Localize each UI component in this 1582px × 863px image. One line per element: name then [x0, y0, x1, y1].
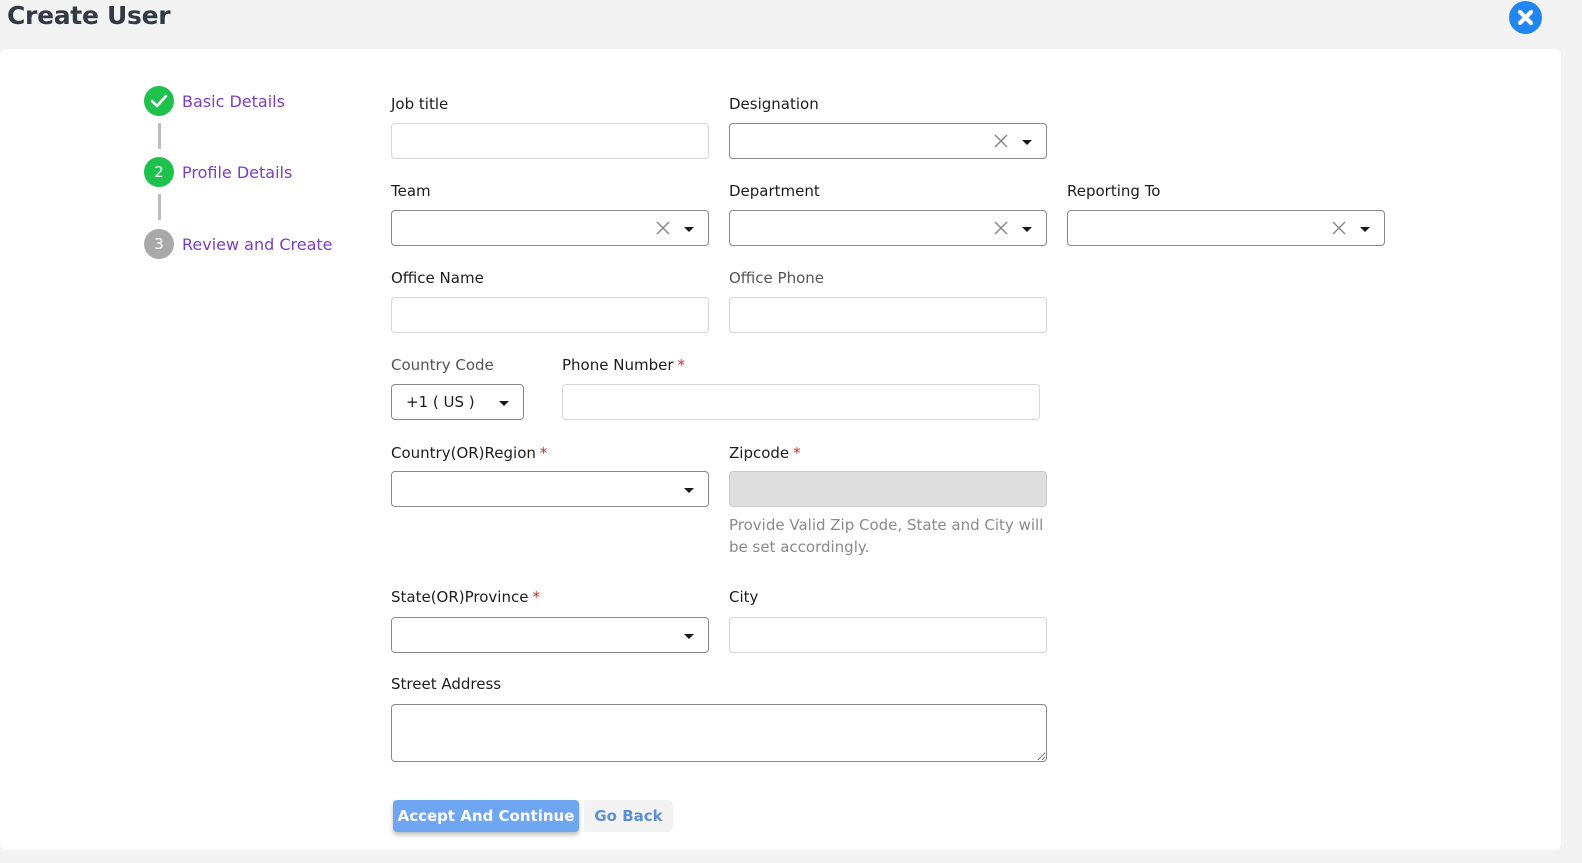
- street-address-label: Street Address: [391, 675, 502, 693]
- reporting-to-select[interactable]: [1067, 210, 1385, 246]
- office-name-label: Office Name: [391, 269, 484, 287]
- office-phone-field[interactable]: [729, 297, 1047, 333]
- city-label: City: [729, 588, 759, 606]
- office-phone-label: Office Phone: [729, 269, 825, 287]
- accept-and-continue-button[interactable]: Accept And Continue: [393, 800, 579, 832]
- caret-down-icon[interactable]: [684, 227, 694, 232]
- city-input[interactable]: [730, 618, 1046, 652]
- step-review-and-create[interactable]: 3 Review and Create: [144, 229, 333, 259]
- caret-down-icon[interactable]: [1022, 140, 1032, 145]
- clear-x-icon[interactable]: [994, 134, 1008, 148]
- step-completed-badge: [144, 86, 174, 116]
- zipcode-helper-text: Provide Valid Zip Code, State and City w…: [729, 516, 1044, 556]
- step-connector: [158, 194, 161, 220]
- check-icon: [150, 94, 168, 108]
- step-connector: [158, 123, 161, 149]
- state-province-label-text: State(OR)Province: [391, 588, 529, 606]
- caret-down-icon[interactable]: [684, 634, 694, 639]
- phone-number-label: Phone Number *: [562, 356, 685, 374]
- job-title-input[interactable]: [392, 124, 708, 158]
- country-region-label: Country(OR)Region *: [391, 444, 547, 462]
- job-title-label: Job title: [391, 95, 449, 113]
- zipcode-field[interactable]: [729, 471, 1047, 507]
- zipcode-label: Zipcode *: [729, 444, 801, 462]
- phone-number-label-text: Phone Number: [562, 356, 674, 374]
- step-label: Basic Details: [182, 91, 285, 111]
- required-marker: *: [677, 356, 686, 374]
- close-icon: [1517, 9, 1534, 26]
- job-title-field[interactable]: [391, 123, 709, 159]
- step-number-badge: 2: [144, 157, 174, 187]
- caret-down-icon[interactable]: [499, 401, 509, 406]
- step-basic-details[interactable]: Basic Details: [144, 86, 285, 116]
- caret-down-icon[interactable]: [684, 488, 694, 493]
- required-marker: *: [793, 444, 801, 462]
- required-marker: *: [539, 444, 548, 462]
- phone-number-field[interactable]: [562, 384, 1040, 420]
- country-region-select[interactable]: [391, 471, 709, 507]
- office-name-field[interactable]: [391, 297, 709, 333]
- go-back-button[interactable]: Go Back: [584, 800, 673, 832]
- state-province-select[interactable]: [391, 617, 709, 653]
- office-name-input[interactable]: [392, 298, 708, 332]
- zipcode-input[interactable]: [730, 472, 1046, 506]
- team-select[interactable]: [391, 210, 709, 246]
- caret-down-icon[interactable]: [1022, 227, 1032, 232]
- reporting-to-label: Reporting To: [1067, 182, 1161, 200]
- step-label: Review and Create: [182, 234, 333, 254]
- country-code-select[interactable]: +1 ( US ): [391, 384, 524, 420]
- office-phone-input[interactable]: [730, 298, 1046, 332]
- city-field[interactable]: [729, 617, 1047, 653]
- department-select[interactable]: [729, 210, 1047, 246]
- page-title: Create User: [7, 1, 171, 30]
- step-profile-details[interactable]: 2 Profile Details: [144, 157, 292, 187]
- clear-x-icon[interactable]: [994, 221, 1008, 235]
- zipcode-label-text: Zipcode: [729, 444, 790, 462]
- country-region-label-text: Country(OR)Region: [391, 444, 536, 462]
- country-code-label: Country Code: [391, 356, 494, 374]
- department-label: Department: [729, 182, 820, 200]
- phone-number-input[interactable]: [563, 385, 1039, 419]
- required-marker: *: [532, 588, 540, 606]
- team-label: Team: [391, 182, 431, 200]
- close-button[interactable]: [1509, 1, 1542, 34]
- step-number-badge: 3: [144, 229, 174, 259]
- designation-label: Designation: [729, 95, 819, 113]
- caret-down-icon[interactable]: [1360, 227, 1370, 232]
- step-label: Profile Details: [182, 162, 293, 182]
- state-province-label: State(OR)Province *: [391, 588, 540, 606]
- clear-x-icon[interactable]: [656, 221, 670, 235]
- clear-x-icon[interactable]: [1332, 221, 1346, 235]
- street-address-textarea[interactable]: [391, 704, 1047, 762]
- designation-select[interactable]: [729, 123, 1047, 159]
- country-code-value: +1 ( US ): [406, 393, 475, 411]
